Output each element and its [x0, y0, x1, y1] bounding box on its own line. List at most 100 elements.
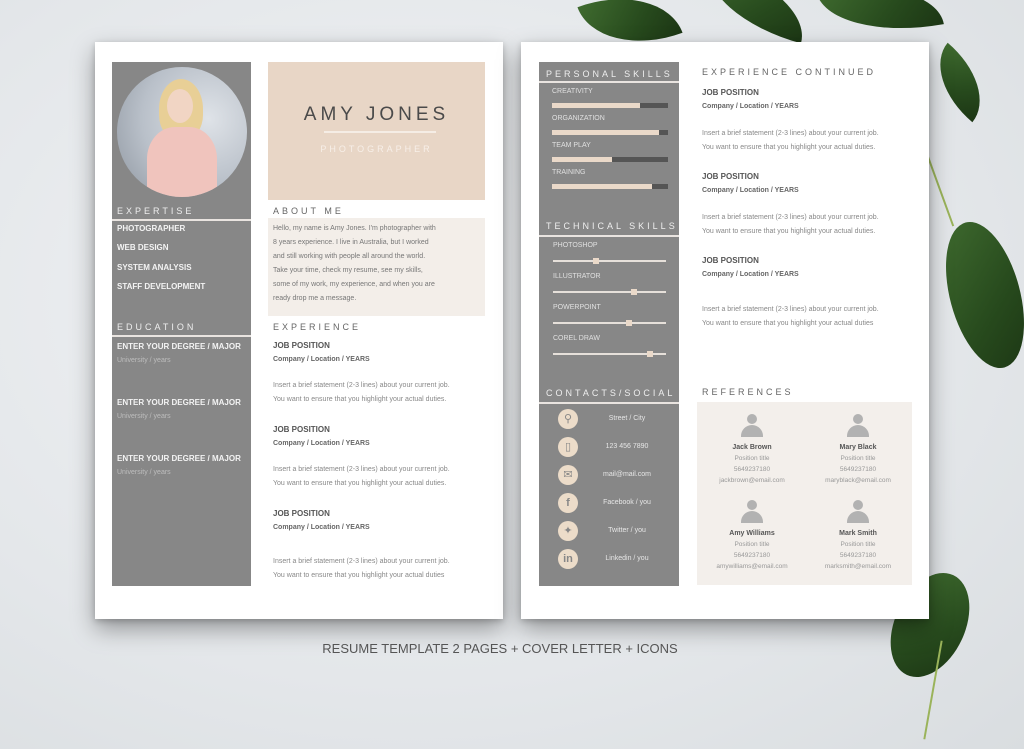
personal-skill-bar-fill	[552, 130, 659, 135]
job-position: JOB POSITION	[273, 341, 330, 350]
education-school: University / years	[117, 357, 171, 364]
job-description: You want to ensure that you highlight yo…	[273, 396, 447, 403]
job-description: Insert a brief statement (2-3 lines) abo…	[702, 130, 879, 137]
name-header: AMY JONES PHOTOGRAPHER	[268, 62, 485, 200]
personal-skill-bar	[552, 130, 668, 135]
person-icon	[741, 414, 763, 438]
divider	[539, 402, 679, 404]
resume-page-1: EXPERTISE PHOTOGRAPHER WEB DESIGN SYSTEM…	[95, 42, 503, 619]
location-pin-icon: ⚲	[558, 409, 578, 429]
about-title: ABOUT ME	[273, 206, 344, 216]
about-line: 8 years experience. I live in Australia,…	[273, 239, 429, 246]
experience-continued-title: EXPERIENCE CONTINUED	[702, 67, 877, 77]
about-line: some of my work, my experience, and when…	[273, 281, 435, 288]
reference-title: Position title	[734, 455, 770, 462]
job-company: Company / Location / YEARS	[702, 187, 799, 194]
personal-skill-bar-fill	[552, 184, 652, 189]
about-line: Take your time, check my resume, see my …	[273, 267, 423, 274]
technical-skill-slider	[553, 289, 666, 295]
divider	[539, 81, 679, 83]
expertise-item: WEB DESIGN	[117, 243, 169, 252]
job-position: JOB POSITION	[273, 425, 330, 434]
job-description: You want to ensure that you highlight yo…	[702, 144, 876, 151]
reference-card: Amy Williams Position title 5649237180 amyw…	[702, 500, 802, 572]
job-description: You want to ensure that you highlight yo…	[273, 572, 445, 579]
references-box: Jack Brown Position title 5649237180 jackbr…	[697, 402, 912, 585]
technical-skill-slider-knob	[647, 351, 654, 357]
technical-skill-label: PHOTOSHOP	[553, 242, 598, 249]
education-school: University / years	[117, 413, 171, 420]
personal-skill-bar	[552, 157, 668, 162]
divider	[112, 335, 251, 337]
job-description: You want to ensure that you highlight yo…	[273, 480, 447, 487]
job-position: JOB POSITION	[702, 172, 759, 181]
education-degree: ENTER YOUR DEGREE / MAJOR	[117, 454, 241, 463]
personal-skill-bar	[552, 184, 668, 189]
technical-skill-slider	[553, 258, 666, 264]
education-degree: ENTER YOUR DEGREE / MAJOR	[117, 342, 241, 351]
expertise-item: PHOTOGRAPHER	[117, 224, 186, 233]
technical-skill-label: ILLUSTRATOR	[553, 273, 601, 280]
linkedin-icon: in	[558, 549, 578, 569]
technical-skill-slider-knob	[592, 258, 599, 264]
person-icon	[847, 414, 869, 438]
expertise-title: EXPERTISE	[117, 206, 195, 216]
job-position: JOB POSITION	[702, 88, 759, 97]
phone-icon: ▯	[558, 437, 578, 457]
job-position: JOB POSITION	[702, 256, 759, 265]
job-company: Company / Location / YEARS	[702, 103, 799, 110]
contact-text: Twitter / you	[608, 527, 646, 534]
technical-skill-slider	[553, 351, 666, 357]
candidate-profession: PHOTOGRAPHER	[320, 144, 433, 154]
job-description: Insert a brief statement (2-3 lines) abo…	[702, 214, 879, 221]
reference-title: Position title	[840, 541, 876, 548]
about-line: Hello, my name is Amy Jones. I'm photogr…	[273, 225, 436, 232]
technical-skill-slider-knob	[625, 320, 632, 326]
personal-skill-label: TRAINING	[552, 169, 586, 176]
contacts-title: CONTACTS/SOCIAL	[546, 388, 676, 398]
reference-email: marksmith@email.com	[824, 563, 892, 570]
education-degree: ENTER YOUR DEGREE / MAJOR	[117, 398, 241, 407]
reference-phone: 5649237180	[839, 466, 877, 473]
technical-skill-slider-knob	[631, 289, 638, 295]
reference-phone: 5649237180	[733, 466, 771, 473]
technical-skill-slider	[553, 320, 666, 326]
personal-skills-title: PERSONAL SKILLS	[546, 69, 673, 79]
caption: RESUME TEMPLATE 2 PAGES + COVER LETTER +…	[322, 641, 678, 656]
personal-skill-label: ORGANIZATION	[552, 115, 605, 122]
contact-text: Linkedin / you	[605, 555, 649, 562]
mail-icon: ✉	[558, 465, 578, 485]
job-description: You want to ensure that you highlight yo…	[702, 228, 876, 235]
education-school: University / years	[117, 469, 171, 476]
reference-email: jackbrown@email.com	[719, 477, 785, 484]
about-line: ready drop me a message.	[273, 295, 357, 302]
name-divider	[324, 131, 436, 133]
reference-email: amywilliams@email.com	[716, 563, 788, 570]
personal-skill-label: CREATIVITY	[552, 88, 593, 95]
person-icon	[847, 500, 869, 524]
divider	[112, 219, 251, 221]
reference-card: Mark Smith Position title 5649237180 marksm…	[808, 500, 908, 572]
contact-text: Street / City	[608, 415, 646, 422]
reference-name: Mary Black	[839, 444, 877, 451]
reference-email: maryblack@email.com	[825, 477, 891, 484]
expertise-item: SYSTEM ANALYSIS	[117, 263, 192, 272]
reference-name: Amy Williams	[729, 530, 775, 537]
job-position: JOB POSITION	[273, 509, 330, 518]
education-title: EDUCATION	[117, 322, 197, 332]
references-title: REFERENCES	[702, 387, 794, 397]
reference-name: Mark Smith	[839, 530, 877, 537]
job-company: Company / Location / YEARS	[273, 440, 370, 447]
personal-skill-bar	[552, 103, 668, 108]
contact-text: mail@mail.com	[603, 471, 651, 478]
job-company: Company / Location / YEARS	[702, 271, 799, 278]
about-box: Hello, my name is Amy Jones. I'm photogr…	[268, 218, 485, 316]
twitter-icon: ✦	[558, 521, 578, 541]
about-line: and still working with people all around…	[273, 253, 426, 260]
facebook-icon: f	[558, 493, 578, 513]
personal-skill-bar-fill	[552, 103, 641, 108]
technical-skill-label: COREL DRAW	[553, 335, 600, 342]
job-description: Insert a brief statement (2-3 lines) abo…	[273, 382, 450, 389]
reference-title: Position title	[840, 455, 876, 462]
expertise-item: STAFF DEVELOPMENT	[117, 282, 206, 291]
